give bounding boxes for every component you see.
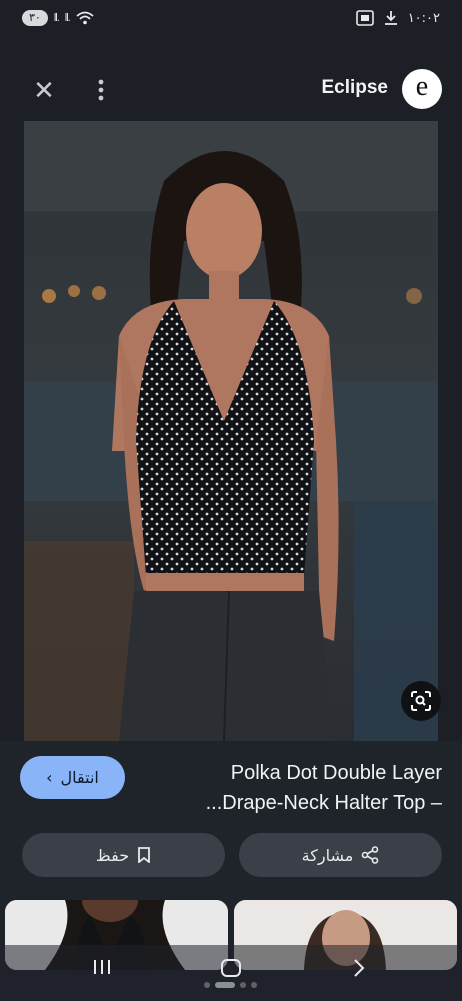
lens-icon[interactable] — [401, 681, 441, 721]
status-left: ٣٠ ll. ll. — [22, 10, 94, 26]
download-icon — [384, 11, 397, 25]
screenshot-icon — [355, 10, 374, 26]
more-vert-icon[interactable] — [90, 76, 112, 104]
close-icon[interactable]: ✕ — [30, 75, 58, 105]
signal-icon: ll. — [53, 12, 60, 24]
battery-indicator: ٣٠ — [22, 10, 48, 26]
back-icon[interactable] — [352, 958, 366, 984]
visit-label: انتقال — [60, 768, 99, 787]
product-image[interactable] — [24, 121, 438, 741]
page-dot-active — [215, 982, 235, 988]
chevron-left-icon: ‹ — [46, 768, 53, 787]
share-label: مشاركة — [301, 845, 354, 865]
clock: ١٠:٠٢ — [407, 10, 440, 26]
visit-button[interactable]: ‹ انتقال — [20, 756, 125, 799]
site-name[interactable]: Eclipse — [321, 77, 388, 99]
page-dot — [240, 982, 246, 988]
share-button[interactable]: مشاركة — [239, 833, 442, 877]
home-icon[interactable] — [220, 958, 242, 984]
site-logo[interactable]: e — [402, 69, 442, 109]
result-header: ✕ Eclipse e — [0, 60, 462, 118]
recents-icon[interactable] — [92, 958, 112, 982]
signal-icon-2: ll. — [64, 12, 71, 24]
page-dot — [251, 982, 257, 988]
product-title-line2: ...Drape-Neck Halter Top – — [205, 792, 442, 814]
product-title[interactable]: Polka Dot Double Layer ...Drape-Neck Hal… — [152, 758, 442, 818]
page-dot — [204, 982, 210, 988]
share-icon — [362, 846, 379, 864]
status-bar: ٣٠ ll. ll. ١٠:٠٢ — [0, 0, 462, 36]
page-indicator — [204, 982, 257, 988]
product-title-line1: Polka Dot Double Layer — [230, 762, 442, 784]
wifi-icon — [76, 11, 94, 25]
status-right: ١٠:٠٢ — [355, 10, 440, 26]
bookmark-icon — [138, 847, 150, 863]
product-photo-illustration — [24, 121, 438, 741]
save-label: حفظ — [95, 845, 130, 865]
save-button[interactable]: حفظ — [22, 833, 225, 877]
